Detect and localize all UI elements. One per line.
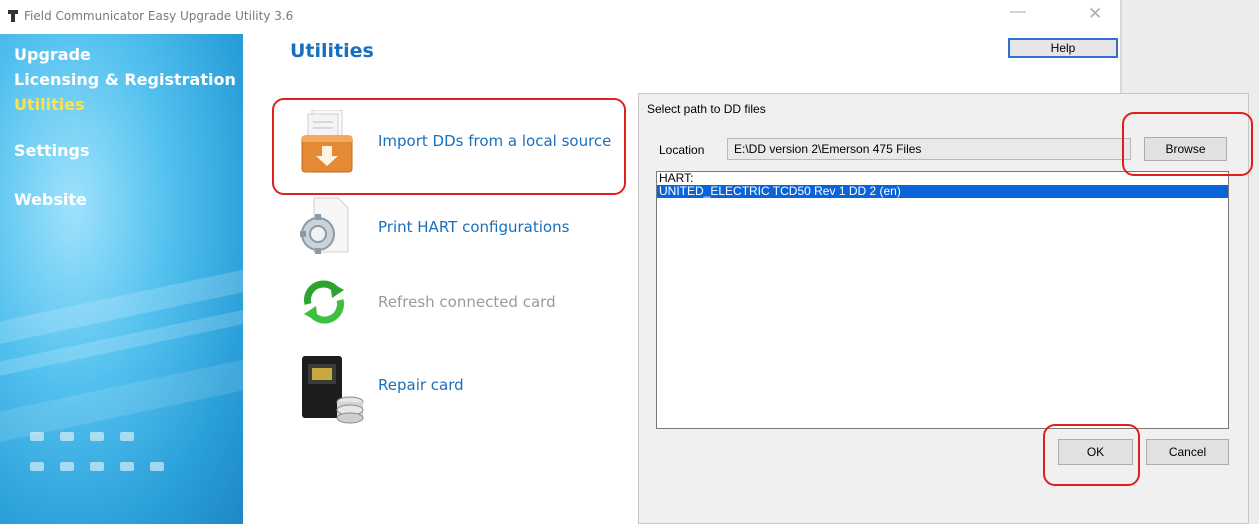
dd-file-list[interactable]: HART: UNITED_ELECTRIC TCD50 Rev 1 DD 2 (… bbox=[656, 171, 1229, 429]
minimize-button[interactable]: — bbox=[1010, 3, 1026, 21]
sidebar-decoration bbox=[60, 432, 74, 441]
gear-document-icon bbox=[300, 197, 349, 254]
sidebar-decoration bbox=[30, 432, 44, 441]
utility-repair-label: Repair card bbox=[378, 376, 464, 394]
sidebar-decoration bbox=[90, 432, 104, 441]
window-title: Field Communicator Easy Upgrade Utility … bbox=[24, 9, 294, 23]
sidebar-item-settings[interactable]: Settings bbox=[14, 141, 90, 160]
sidebar-decoration bbox=[30, 462, 44, 471]
sidebar-item-licensing[interactable]: Licensing & Registration bbox=[14, 70, 236, 89]
refresh-arrows-icon bbox=[304, 280, 344, 324]
sidebar-item-website[interactable]: Website bbox=[14, 190, 87, 209]
cancel-button[interactable]: Cancel bbox=[1146, 439, 1229, 465]
help-button[interactable]: Help bbox=[1008, 38, 1118, 58]
sidebar-decoration bbox=[60, 462, 74, 471]
location-label: Location bbox=[659, 143, 705, 157]
close-button[interactable]: ✕ bbox=[1088, 4, 1102, 24]
sidebar-decoration bbox=[120, 432, 134, 441]
card-database-icon bbox=[302, 356, 364, 424]
page-title: Utilities bbox=[290, 40, 374, 62]
title-bar: Field Communicator Easy Upgrade Utility … bbox=[0, 0, 1120, 34]
sidebar-decoration bbox=[120, 462, 134, 471]
app-icon bbox=[8, 10, 18, 22]
sidebar-item-upgrade[interactable]: Upgrade bbox=[14, 45, 91, 64]
sidebar: Upgrade Licensing & Registration Utiliti… bbox=[0, 34, 243, 524]
utility-import-label: Import DDs from a local source bbox=[378, 132, 612, 150]
utility-print-hart-label: Print HART configurations bbox=[378, 218, 570, 236]
dialog-title: Select path to DD files bbox=[647, 102, 766, 116]
sidebar-decoration bbox=[90, 462, 104, 471]
location-field[interactable]: E:\DD version 2\Emerson 475 Files bbox=[727, 138, 1131, 160]
import-folder-icon bbox=[301, 110, 353, 173]
utility-refresh-label: Refresh connected card bbox=[378, 293, 556, 311]
sidebar-decoration bbox=[150, 462, 164, 471]
list-item-selected[interactable]: UNITED_ELECTRIC TCD50 Rev 1 DD 2 (en) bbox=[657, 185, 1228, 198]
highlight-ok bbox=[1043, 424, 1140, 486]
sidebar-item-utilities[interactable]: Utilities bbox=[14, 95, 85, 114]
highlight-browse bbox=[1122, 112, 1253, 176]
